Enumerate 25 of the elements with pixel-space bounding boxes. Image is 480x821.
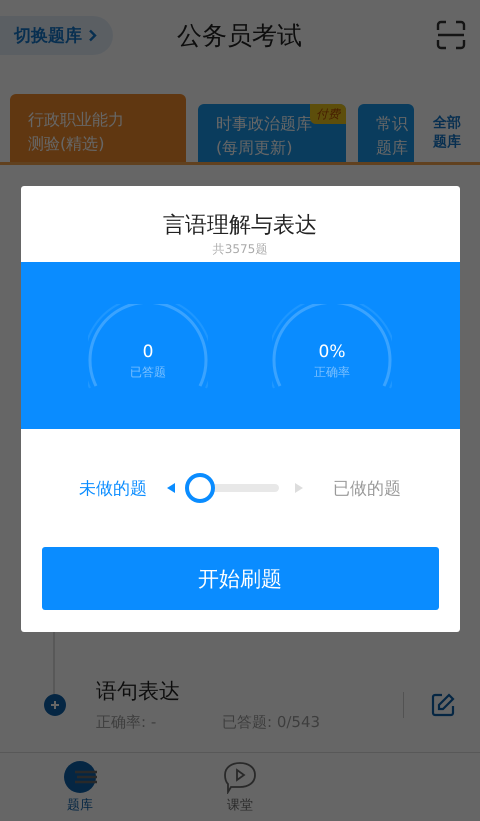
switch-bank-button[interactable]: 切换题库 xyxy=(0,16,113,54)
dialog-title: 言语理解与表达 xyxy=(162,212,318,240)
bank-card[interactable]: 行政职业能力 测验(精选) xyxy=(10,94,186,162)
mode-option[interactable]: 未做的题 xyxy=(79,476,147,500)
switch-thumb[interactable] xyxy=(185,473,215,503)
start-button[interactable]: 开始刷题 xyxy=(42,547,438,610)
stat-label: 正确率 xyxy=(314,364,350,381)
list-icon xyxy=(63,760,97,794)
expand-icon[interactable] xyxy=(44,694,66,716)
chapter-name: 语句表达 xyxy=(96,678,181,705)
stat-label: 已答题 xyxy=(130,364,166,381)
stat-value: 0% xyxy=(318,342,346,362)
play-bubble-icon xyxy=(223,760,257,794)
scan-icon[interactable] xyxy=(436,20,466,50)
mode-option[interactable]: 已做的题 xyxy=(333,476,401,500)
right-triangle-icon xyxy=(295,483,303,493)
edit-icon[interactable] xyxy=(430,692,456,718)
nav-tab[interactable]: 课堂 xyxy=(160,753,320,821)
stat-value: 0 xyxy=(142,342,154,362)
question-count: 共3575题 xyxy=(212,241,268,258)
bank-card[interactable]: 常识 题库 xyxy=(358,104,414,162)
left-triangle-icon xyxy=(167,483,175,493)
chevron-right-icon xyxy=(88,28,97,42)
page-title: 公务员考试 xyxy=(177,20,302,52)
nav-tab[interactable]: 题库 xyxy=(0,753,160,821)
